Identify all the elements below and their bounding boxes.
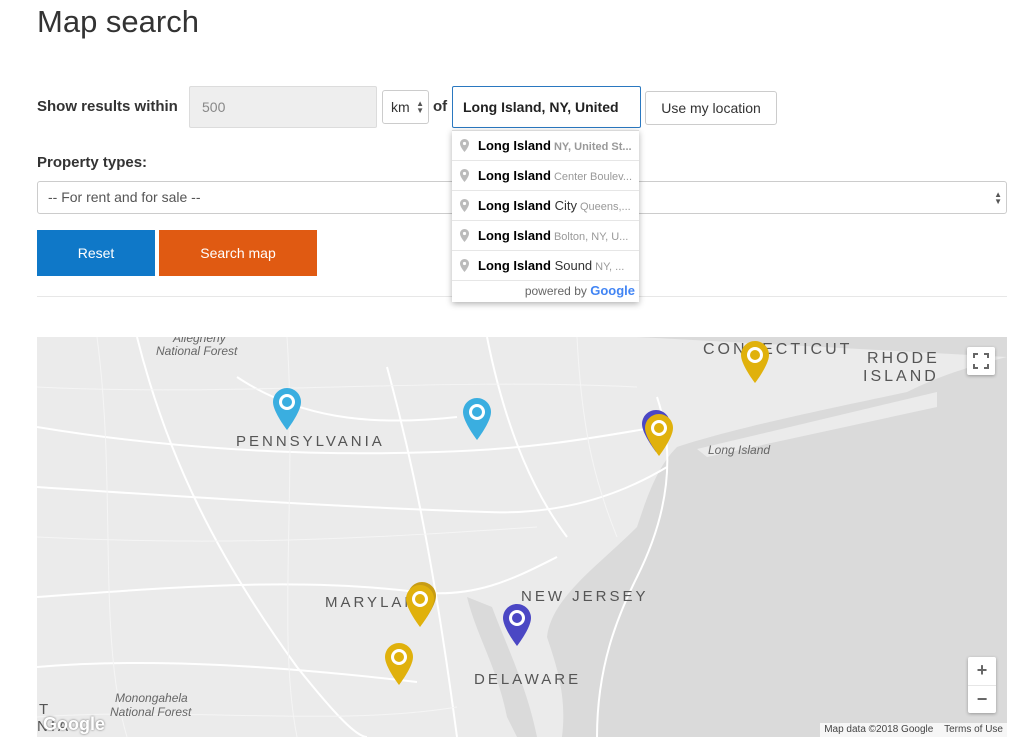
fullscreen-icon	[973, 353, 989, 369]
map-data-text: Map data ©2018 Google	[824, 724, 934, 735]
google-wordmark: Google	[590, 283, 635, 298]
radius-input[interactable]: 500	[189, 86, 377, 128]
location-input[interactable]: Long Island, NY, United	[452, 86, 641, 128]
property-type-value: -- For rent and for sale --	[48, 189, 201, 205]
select-arrows-icon: ▲ ▼	[994, 190, 1002, 206]
autocomplete-item[interactable]: Long Island Bolton, NY, U...	[452, 221, 639, 251]
map-label-rhode: RHODE	[867, 350, 940, 367]
location-pin-icon	[460, 229, 469, 242]
autocomplete-secondary: NY, ...	[595, 261, 625, 273]
autocomplete-secondary: Center Boulev...	[553, 171, 633, 183]
map-pin-icon[interactable]	[502, 603, 532, 647]
autocomplete-extra: Sound	[550, 258, 593, 273]
powered-by-google: powered by Google	[452, 281, 639, 300]
map-label-connecticut: CONNECTICUT	[703, 341, 853, 358]
location-pin-icon	[460, 259, 469, 272]
autocomplete-main: Long Island	[478, 138, 551, 153]
unit-select[interactable]: km ▲ ▼	[382, 90, 429, 124]
terms-of-use-link[interactable]: Terms of Use	[944, 724, 1003, 735]
zoom-in-button[interactable]: +	[968, 657, 996, 686]
zoom-control: + −	[968, 657, 996, 713]
map-label-allegheny-nf: National Forest	[156, 344, 238, 358]
radius-placeholder: 500	[202, 99, 226, 115]
map-pin-icon[interactable]	[384, 642, 414, 686]
page-title: Map search	[37, 4, 199, 39]
zoom-out-button[interactable]: −	[968, 686, 996, 714]
autocomplete-main: Long Island	[478, 168, 551, 183]
fullscreen-button[interactable]	[967, 347, 995, 375]
map-label-long-island: Long Island	[708, 443, 771, 457]
autocomplete-secondary: Queens,...	[579, 201, 631, 213]
map-label-new-jersey: NEW JERSEY	[521, 588, 649, 605]
autocomplete-item[interactable]: Long Island NY, United St...	[452, 131, 639, 161]
autocomplete-item[interactable]: Long Island City Queens,...	[452, 191, 639, 221]
reset-button[interactable]: Reset	[37, 230, 155, 276]
autocomplete-main: Long Island	[478, 228, 551, 243]
location-pin-icon	[460, 199, 469, 212]
property-types-label: Property types:	[37, 154, 148, 171]
google-logo[interactable]: Google	[43, 714, 105, 735]
autocomplete-secondary: NY, United St...	[553, 141, 632, 153]
map-pin-icon[interactable]	[644, 413, 674, 457]
autocomplete-main: Long Island	[478, 258, 551, 273]
unit-select-value: km	[391, 99, 410, 115]
use-my-location-button[interactable]: Use my location	[645, 91, 777, 125]
of-label: of	[433, 98, 448, 115]
map-pin-icon[interactable]	[462, 397, 492, 441]
select-arrows-icon: ▲ ▼	[416, 99, 424, 115]
autocomplete-main: Long Island	[478, 198, 551, 213]
location-pin-icon	[460, 169, 469, 182]
location-input-value: Long Island, NY, United	[463, 99, 619, 115]
autocomplete-item[interactable]: Long Island Sound NY, ...	[452, 251, 639, 281]
autocomplete-secondary: Bolton, NY, U...	[553, 231, 629, 243]
location-pin-icon	[460, 139, 469, 152]
autocomplete-extra: City	[550, 198, 577, 213]
map-pin-icon[interactable]	[272, 387, 302, 431]
autocomplete-dropdown: Long Island NY, United St... Long Island C…	[452, 130, 639, 302]
map-pin-icon[interactable]	[405, 584, 435, 628]
autocomplete-item[interactable]: Long Island Center Boulev...	[452, 161, 639, 191]
map-label-delaware: DELAWARE	[474, 671, 582, 688]
search-map-button[interactable]: Search map	[159, 230, 317, 276]
map-label-island: ISLAND	[863, 368, 939, 385]
map-pin-icon[interactable]	[740, 340, 770, 384]
map-attribution: Map data ©2018 Google Terms of Use	[820, 723, 1007, 737]
powered-by-text: powered by	[524, 284, 587, 298]
show-results-label: Show results within	[37, 98, 178, 115]
map-label-pennsylvania: PENNSYLVANIA	[236, 433, 385, 450]
map-label-monongahela: Monongahela	[115, 691, 188, 705]
map-label-monongahela-nf: National Forest	[110, 705, 192, 719]
map[interactable]: CONNECTICUT RHODE ISLAND PENNSYLVANIA MA…	[37, 337, 1007, 737]
